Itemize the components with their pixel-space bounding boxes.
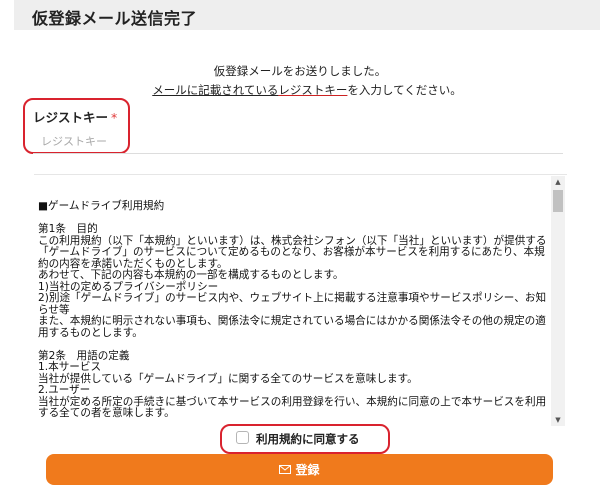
terms-text: ■ゲームドライブ利用規約 第1条 目的 この利用規約（以下「本規約」といいます）… xyxy=(38,200,547,419)
mail-icon xyxy=(279,465,292,474)
confirmation-message: 仮登録メールをお送りしました。 メールに記載されているレジストキーを入力してくだ… xyxy=(0,62,600,100)
agree-label[interactable]: 利用規約に同意する xyxy=(256,431,360,447)
scroll-up-arrow-icon[interactable]: ▲ xyxy=(551,176,565,188)
message-tail-text: を入力してください。 xyxy=(347,83,462,97)
key-field-label: レジストキー * xyxy=(33,107,117,126)
message-key-text: レジストキー xyxy=(278,83,348,97)
message-line-2: メールに記載されているレジストキーを入力してください。 xyxy=(152,81,461,100)
register-button[interactable]: 登録 xyxy=(46,454,553,485)
terms-scrollbar[interactable]: ▲ ▼ xyxy=(551,176,565,426)
agree-checkbox[interactable] xyxy=(236,431,249,444)
key-label-text: レジストキー xyxy=(33,110,109,125)
message-link-text: メールに記載されている xyxy=(152,83,279,97)
page-title: 仮登録メール送信完了 xyxy=(32,9,198,28)
register-key-input[interactable] xyxy=(33,130,563,154)
scroll-down-arrow-icon[interactable]: ▼ xyxy=(551,414,565,426)
register-button-label: 登録 xyxy=(295,463,320,477)
scroll-thumb[interactable] xyxy=(553,190,563,212)
terms-panel[interactable]: ■ゲームドライブ利用規約 第1条 目的 この利用規約（以下「本規約」といいます）… xyxy=(34,174,567,427)
header-bar: 仮登録メール送信完了 xyxy=(14,0,600,30)
required-mark: * xyxy=(111,110,118,125)
message-line-1: 仮登録メールをお送りしました。 xyxy=(213,64,387,78)
